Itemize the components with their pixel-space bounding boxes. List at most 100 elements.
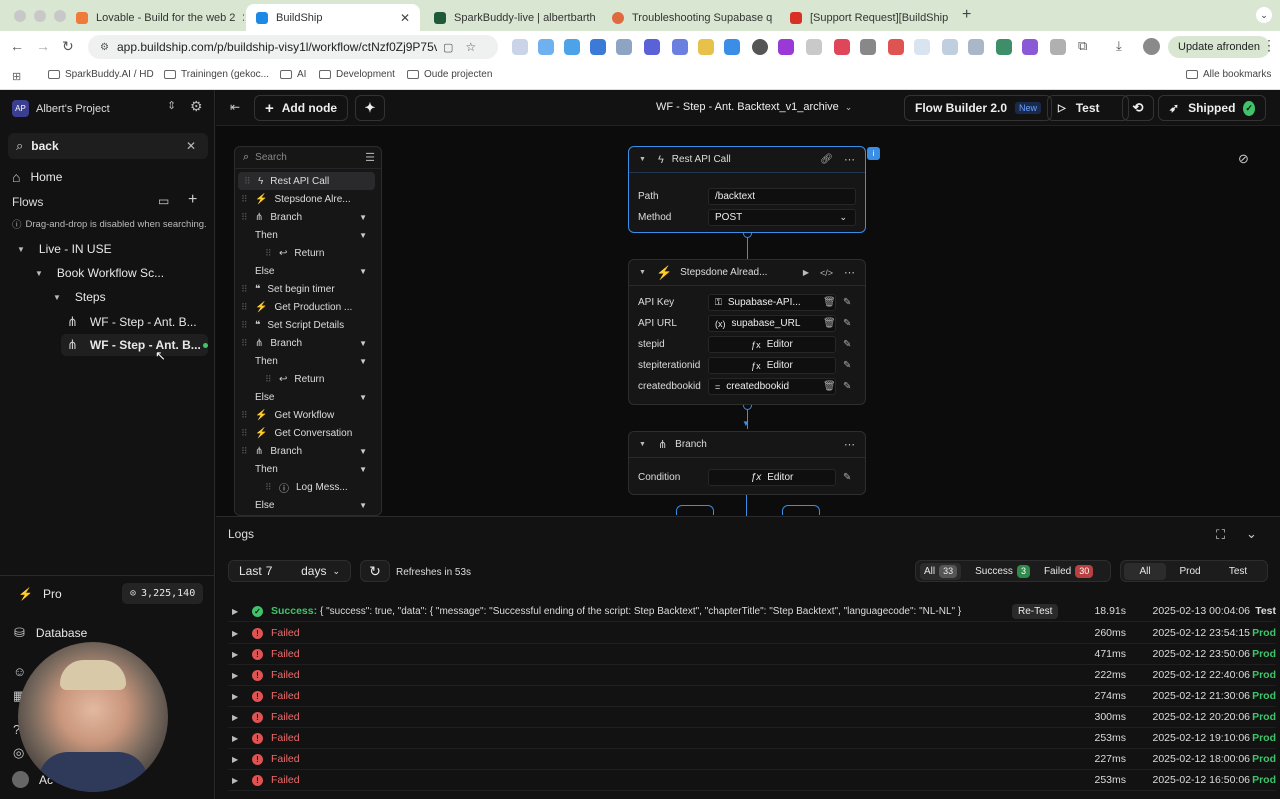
credits-badge[interactable]: ⊙ 3,225,140	[122, 583, 204, 604]
extension-icon[interactable]	[564, 39, 580, 55]
input-value-field[interactable]: ⚿ Supabase-API...	[708, 294, 836, 311]
node-tree-item[interactable]: Then ▼	[235, 460, 381, 478]
browser-tab-buildship[interactable]: BuildShip ✕	[246, 4, 420, 31]
add-flow-icon[interactable]: +	[188, 191, 197, 209]
forward-arrow-icon[interactable]: →	[36, 38, 50, 54]
filter-success[interactable]: Success 3	[975, 564, 1030, 578]
node-tree-item[interactable]: Else ▼	[235, 262, 381, 280]
date-range-select[interactable]: Last 7 days ⌄	[228, 560, 351, 582]
drag-handle-icon[interactable]: ⠿	[241, 410, 251, 421]
extension-icon[interactable]	[806, 39, 822, 55]
bookmark-ai[interactable]: AI	[280, 69, 306, 80]
caret-down-icon[interactable]: ▼	[359, 231, 367, 240]
code-icon[interactable]: </>	[820, 268, 833, 278]
drag-handle-icon[interactable]: ⠿	[265, 482, 275, 493]
condition-input[interactable]: ƒx Editor	[708, 469, 836, 486]
play-icon[interactable]: ▶	[803, 268, 809, 277]
caret-down-icon[interactable]: ▼	[359, 267, 367, 276]
expand-caret-icon[interactable]: ▶	[232, 755, 238, 764]
log-row-failed[interactable]: ▶! Failed 471ms 2025-02-12 23:50:06 Prod	[228, 644, 1276, 665]
tree-item-workflow-active[interactable]: ⋔ WF - Step - Ant. B...	[61, 334, 208, 356]
extension-icon[interactable]	[698, 39, 714, 55]
node-tree-item[interactable]: ⠿ ϟ Rest API Call	[238, 172, 375, 190]
extension-icon[interactable]	[778, 39, 794, 55]
log-row-failed[interactable]: ▶! Failed 227ms 2025-02-12 18:00:06 Prod	[228, 749, 1276, 770]
extension-icon[interactable]	[752, 39, 768, 55]
eye-off-icon[interactable]: ⊘	[1238, 151, 1249, 167]
extension-icon[interactable]	[834, 39, 850, 55]
tree-item-workflow[interactable]: ⋔ WF - Step - Ant. B...	[67, 314, 197, 330]
node-tree-item[interactable]: Else ▼	[235, 388, 381, 406]
discord-icon[interactable]: ◎	[13, 745, 24, 761]
extension-icon[interactable]	[672, 39, 688, 55]
back-arrow-icon[interactable]: ←	[10, 38, 24, 54]
drag-handle-icon[interactable]: ⠿	[241, 428, 251, 439]
bookmark-trainingen[interactable]: Trainingen (gekoc...	[164, 69, 269, 80]
node-rest-api-call[interactable]: ▼ ϟ Rest API Call 🔗︎ ⋯ Path /backtext Me…	[628, 146, 866, 233]
drag-handle-icon[interactable]: ⠿	[241, 284, 251, 295]
edit-pencil-icon[interactable]: ✎	[843, 339, 851, 350]
drag-handle-icon[interactable]: ⠿	[265, 248, 275, 259]
new-tab-button[interactable]: +	[962, 6, 971, 24]
extension-icon[interactable]	[968, 39, 984, 55]
add-node-button[interactable]: + Add node	[254, 95, 349, 121]
expand-icon[interactable]: ⛶	[1216, 527, 1225, 543]
node-tree-item[interactable]: ⠿ ⚡ Stepsdone Alre...	[235, 190, 381, 208]
node-tree-item[interactable]: ⠿ ⋔ Branch ▼	[235, 334, 381, 352]
tree-item-live[interactable]: ▼ Live - IN USE	[17, 242, 112, 256]
extension-icon[interactable]	[888, 39, 904, 55]
node-tree-item[interactable]: ⠿ ⓘ Log Mess...	[235, 478, 381, 496]
extension-icon[interactable]	[1050, 39, 1066, 55]
env-prod[interactable]: Prod	[1166, 566, 1214, 577]
node-tree-item[interactable]: ⠿ ⋔ Branch ▼	[235, 208, 381, 226]
caret-down-icon[interactable]: ▼	[359, 447, 367, 456]
more-icon[interactable]: ⋯	[844, 153, 855, 166]
node-tree-item[interactable]: ⠿ ⚡ Get Conversation	[235, 424, 381, 442]
drag-handle-icon[interactable]: ⠿	[241, 320, 251, 331]
collapse-sidebar-icon[interactable]: ⇤	[230, 100, 240, 114]
bookmark-all[interactable]: Alle bookmarks	[1186, 69, 1271, 80]
log-row-success[interactable]: ▶ ✓ Success: { "success": true, "data": …	[228, 601, 1276, 622]
test-button[interactable]: ▷ Test	[1047, 95, 1129, 121]
input-value-field[interactable]: = createdbookid	[708, 378, 836, 395]
node-tree-item[interactable]: ⠿ ⚡ Get Production ...	[235, 298, 381, 316]
browser-tab-lovable[interactable]: Lovable - Build for the web 2 ✕	[66, 4, 244, 31]
log-row-failed[interactable]: ▶! Failed 253ms 2025-02-12 16:50:06 Prod	[228, 770, 1276, 791]
expand-caret-icon[interactable]: ▶	[232, 734, 238, 743]
drag-handle-icon[interactable]: ⠿	[244, 176, 254, 187]
log-row-failed[interactable]: ▶! Failed 274ms 2025-02-12 21:30:06 Prod	[228, 686, 1276, 707]
edit-pencil-icon[interactable]: ✎	[843, 318, 851, 329]
node-tree-item[interactable]: ⠿ ❝ Set begin timer	[235, 280, 381, 298]
env-test[interactable]: Test	[1214, 566, 1262, 577]
bookmark-development[interactable]: Development	[319, 69, 395, 80]
node-tree-item[interactable]: Else ▼	[235, 496, 381, 514]
extension-icon[interactable]	[942, 39, 958, 55]
expand-caret-icon[interactable]: ▶	[232, 671, 238, 680]
node-tree-item[interactable]: ⠿ ❝ Set Script Details	[235, 316, 381, 334]
filter-failed[interactable]: Failed 30	[1044, 564, 1094, 578]
caret-down-icon[interactable]: ▼	[639, 441, 646, 448]
node-branch[interactable]: ▼ ⋔ Branch ⋯ Condition ƒx Editor ✎	[628, 431, 866, 495]
install-icon[interactable]: ▢	[443, 41, 453, 54]
node-tree-item[interactable]: Then ▼	[235, 352, 381, 370]
drag-handle-icon[interactable]: ⠿	[241, 194, 251, 205]
node-tree-item[interactable]: ⠿ ⚡ Get Workflow	[235, 406, 381, 424]
users-icon[interactable]: ☺	[13, 664, 26, 679]
sidebar-item-home[interactable]: ⌂ Home	[12, 169, 62, 185]
drag-handle-icon[interactable]: ⠿	[241, 302, 251, 313]
expand-caret-icon[interactable]: ▶	[232, 629, 238, 638]
close-icon[interactable]: ✕	[394, 11, 410, 25]
reload-icon[interactable]: ↻	[62, 38, 74, 55]
refresh-button[interactable]: ↻	[360, 560, 390, 582]
edit-pencil-icon[interactable]: ✎	[843, 381, 851, 392]
node-info-icon[interactable]: i	[867, 147, 880, 160]
extension-icon[interactable]	[724, 39, 740, 55]
sidebar-item-database[interactable]: ⛁ Database	[14, 625, 87, 641]
bookmark-sparkbuddy[interactable]: SparkBuddy.AI / HD	[48, 69, 154, 80]
input-value-field[interactable]: ƒx Editor	[708, 357, 836, 374]
trash-icon[interactable]: 🗑︎	[823, 297, 836, 308]
plan-indicator[interactable]: ⚡ Pro	[18, 587, 62, 601]
tab-search-icon[interactable]: ⌄	[1256, 7, 1272, 23]
gear-icon[interactable]: ⚙	[190, 98, 203, 115]
node-tree-item[interactable]: Then ▼	[235, 226, 381, 244]
